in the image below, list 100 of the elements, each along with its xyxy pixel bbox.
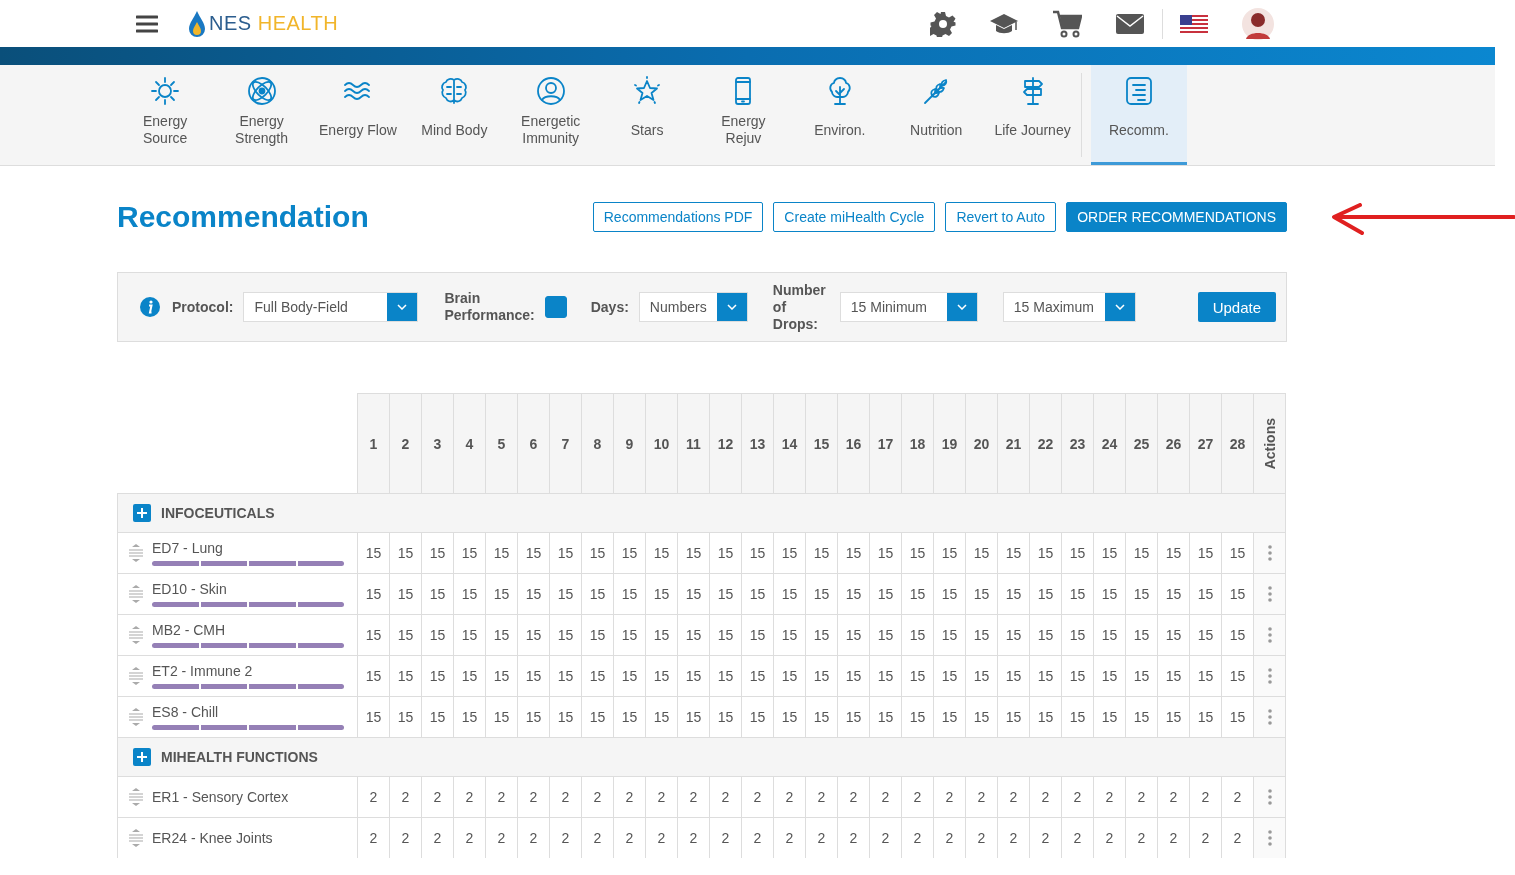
dose-value: 15 [877, 668, 894, 684]
dose-value: 15 [813, 668, 830, 684]
dose-value: 2 [721, 830, 730, 846]
nav-tab[interactable]: Life Journey [984, 65, 1081, 165]
column-header: 4 [453, 393, 485, 493]
plus-icon [137, 752, 147, 762]
nav-tab[interactable]: Nutrition [888, 65, 985, 165]
column-header: 10 [645, 393, 677, 493]
dose-value: 2 [977, 830, 986, 846]
dose-value: 2 [1137, 830, 1146, 846]
checkbox[interactable] [544, 296, 567, 318]
dose-value: 15 [429, 586, 446, 602]
mail-icon[interactable] [1115, 12, 1145, 35]
nav-tab[interactable]: Mind Body [406, 65, 503, 165]
cart-icon[interactable] [1052, 9, 1082, 38]
dose-value: 2 [849, 789, 858, 805]
dose-value: 2 [593, 830, 602, 846]
dose-value: 15 [717, 668, 734, 684]
dose-value: 15 [1069, 668, 1086, 684]
logo-text[interactable]: NES HEALTH [209, 12, 339, 35]
dose-value: 15 [909, 586, 926, 602]
nav-tab[interactable]: Energy Source [117, 65, 214, 165]
section-title: MIHEALTH FUNCTIONS [161, 749, 318, 765]
dose-value: 2 [721, 789, 730, 805]
dose-value: 15 [1165, 627, 1182, 643]
nav-tab[interactable]: Recomm. [1090, 65, 1188, 165]
dose-value: 15 [1197, 545, 1214, 561]
column-header: 14 [773, 393, 805, 493]
nav-tab[interactable]: Energy Flow [309, 65, 407, 165]
dose-value: 2 [625, 789, 634, 805]
menu-icon[interactable] [136, 14, 158, 33]
settings-icon[interactable] [930, 10, 956, 37]
dose-value: 15 [685, 586, 702, 602]
dose-value: 2 [465, 789, 474, 805]
dose-value: 15 [781, 586, 798, 602]
column-header: 2 [389, 393, 421, 493]
nav-tab[interactable]: Energetic Immunity [502, 65, 599, 165]
dose-value: 15 [973, 668, 990, 684]
dose-value: 15 [621, 586, 638, 602]
more-icon[interactable] [1267, 830, 1272, 846]
order-button[interactable]: ORDER RECOMMENDATIONS [1066, 202, 1287, 232]
dose-value: 2 [465, 830, 474, 846]
drag-handle-icon[interactable] [128, 584, 144, 604]
more-icon[interactable] [1267, 545, 1272, 561]
avatar[interactable] [1241, 6, 1275, 41]
dose-value: 15 [365, 709, 382, 725]
dropdown[interactable]: Full Body-Field [243, 292, 419, 322]
more-icon[interactable] [1267, 586, 1272, 602]
dose-value: 15 [877, 709, 894, 725]
more-icon[interactable] [1267, 789, 1272, 805]
nav-tab[interactable]: Environ. [791, 65, 888, 165]
dose-value: 15 [461, 709, 478, 725]
row-name: ET2 - Immune 2 [152, 663, 254, 679]
dose-value: 2 [561, 830, 570, 846]
drag-handle-icon[interactable] [128, 543, 144, 563]
dose-value: 15 [397, 709, 414, 725]
dose-value: 2 [945, 830, 954, 846]
dose-value: 2 [1233, 830, 1242, 846]
dropdown[interactable]: Numbers [638, 292, 748, 322]
dose-value: 15 [685, 668, 702, 684]
info-icon[interactable] [140, 297, 160, 317]
drag-handle-icon[interactable] [128, 625, 144, 645]
column-header: 26 [1157, 393, 1189, 493]
more-icon[interactable] [1267, 709, 1272, 725]
dose-value: 15 [589, 545, 606, 561]
column-header: 22 [1029, 393, 1061, 493]
graduation-cap-icon[interactable] [989, 11, 1019, 36]
dose-value: 2 [1137, 789, 1146, 805]
nav-tab[interactable]: Stars [598, 65, 696, 165]
expand-button[interactable] [133, 504, 151, 522]
action-button[interactable]: Revert to Auto [945, 202, 1057, 232]
expand-button[interactable] [133, 748, 151, 766]
more-icon[interactable] [1267, 627, 1272, 643]
more-icon[interactable] [1267, 668, 1272, 684]
dose-value: 2 [1169, 789, 1178, 805]
dose-value: 15 [909, 627, 926, 643]
dose-value: 15 [397, 545, 414, 561]
action-button[interactable]: Recommendations PDF [592, 202, 764, 232]
row-name: ED7 - Lung [152, 540, 224, 556]
nav-tab[interactable]: Energy Rejuv [695, 65, 792, 165]
dropdown[interactable]: 15 Minimum [839, 292, 978, 322]
action-button[interactable]: Create miHealth Cycle [773, 202, 936, 232]
dropdown[interactable]: 15 Maximum [1002, 292, 1136, 322]
drag-handle-icon[interactable] [128, 828, 144, 848]
dose-value: 2 [1105, 830, 1114, 846]
dose-value: 15 [973, 586, 990, 602]
nav-tab[interactable]: Energy Strength [213, 65, 310, 165]
update-button[interactable]: Update [1197, 292, 1276, 322]
dose-value: 2 [1201, 789, 1210, 805]
brain-performance-label: Brain Performance: [444, 290, 535, 324]
dose-value: 2 [401, 830, 410, 846]
drag-handle-icon[interactable] [128, 707, 144, 727]
dose-value: 15 [429, 627, 446, 643]
drag-handle-icon[interactable] [128, 787, 144, 807]
flag-icon[interactable] [1180, 14, 1208, 33]
dose-value: 15 [1197, 586, 1214, 602]
drag-handle-icon[interactable] [128, 666, 144, 686]
dose-value: 15 [1229, 627, 1246, 643]
dose-value: 15 [589, 586, 606, 602]
days-label: Days: [590, 298, 629, 316]
